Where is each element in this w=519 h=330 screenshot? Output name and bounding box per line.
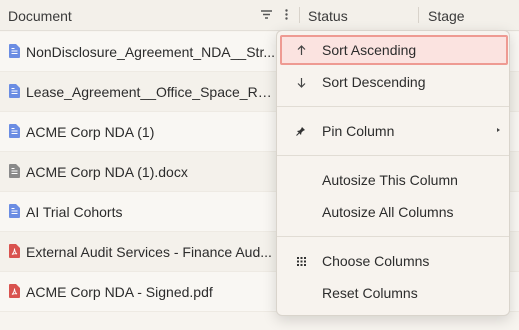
menu-item-label: Sort Descending bbox=[322, 74, 426, 90]
document-name: ACME Corp NDA - Signed.pdf bbox=[26, 284, 213, 300]
document-icon bbox=[9, 44, 20, 58]
document-name: AI Trial Cohorts bbox=[26, 204, 123, 220]
document-icon bbox=[9, 124, 20, 138]
menu-item-pin-column[interactable]: Pin Column bbox=[280, 116, 508, 146]
menu-divider bbox=[277, 106, 509, 107]
menu-divider bbox=[277, 236, 509, 237]
arrow-up-icon bbox=[294, 43, 308, 57]
docx-file-icon bbox=[9, 164, 20, 178]
column-header-status[interactable]: Status bbox=[308, 8, 348, 24]
grid-header: Document Status Stage bbox=[0, 0, 519, 31]
menu-item-choose-columns[interactable]: Choose Columns bbox=[280, 246, 508, 276]
menu-item-autosize-all-columns[interactable]: Autosize All Columns bbox=[280, 197, 508, 227]
menu-item-label: Autosize All Columns bbox=[322, 204, 454, 220]
pdf-file-icon bbox=[9, 244, 20, 258]
menu-item-label: Sort Ascending bbox=[322, 42, 417, 58]
grid-icon bbox=[294, 254, 308, 268]
document-name: NonDisclosure_Agreement_NDA__Str... bbox=[26, 44, 276, 60]
column-header-document[interactable]: Document bbox=[8, 8, 72, 24]
menu-divider bbox=[277, 155, 509, 156]
chevron-right-icon bbox=[497, 128, 500, 132]
filter-icon[interactable] bbox=[258, 6, 274, 22]
pdf-file-icon bbox=[9, 284, 20, 298]
menu-item-sort-ascending[interactable]: Sort Ascending bbox=[280, 35, 508, 65]
column-separator[interactable] bbox=[418, 7, 419, 23]
column-header-stage[interactable]: Stage bbox=[428, 8, 465, 24]
kebab-menu-icon[interactable] bbox=[280, 6, 292, 22]
arrow-down-icon bbox=[294, 75, 308, 89]
menu-item-reset-columns[interactable]: Reset Columns bbox=[280, 278, 508, 308]
column-separator[interactable] bbox=[299, 7, 300, 23]
document-name: ACME Corp NDA (1).docx bbox=[26, 164, 188, 180]
menu-item-label: Reset Columns bbox=[322, 285, 418, 301]
document-icon bbox=[9, 204, 20, 218]
menu-item-label: Pin Column bbox=[322, 123, 395, 139]
menu-item-label: Autosize This Column bbox=[322, 172, 458, 188]
document-name: Lease_Agreement__Office_Space_Re... bbox=[26, 84, 276, 100]
menu-item-autosize-this-column[interactable]: Autosize This Column bbox=[280, 165, 508, 195]
column-context-menu: Sort Ascending Sort Descending Pin Colum… bbox=[276, 30, 510, 316]
pin-icon bbox=[294, 124, 308, 138]
menu-item-label: Choose Columns bbox=[322, 253, 430, 269]
menu-item-sort-descending[interactable]: Sort Descending bbox=[280, 67, 508, 97]
document-name: ACME Corp NDA (1) bbox=[26, 124, 155, 140]
document-name: External Audit Services - Finance Aud... bbox=[26, 244, 272, 260]
document-icon bbox=[9, 84, 20, 98]
